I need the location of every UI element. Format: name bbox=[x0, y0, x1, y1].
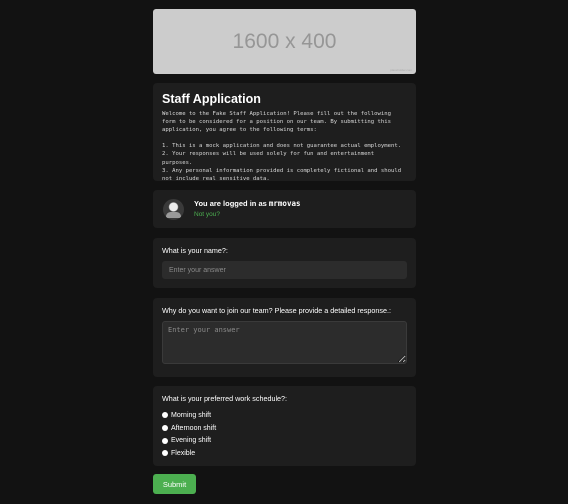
why-label: Why do you want to join our team? Please… bbox=[162, 306, 391, 315]
radio-button[interactable] bbox=[162, 450, 168, 457]
name-input[interactable] bbox=[162, 261, 407, 279]
banner-size-text: 1600 x 400 bbox=[232, 29, 337, 53]
name-label: What is your name?: bbox=[162, 246, 228, 255]
intro-text: Welcome to the Fake Staff Application! P… bbox=[162, 111, 402, 182]
logged-in-prefix: You are logged in as bbox=[194, 199, 269, 208]
schedule-option-morning[interactable]: Morning shift bbox=[162, 409, 407, 422]
intro-card: Staff Application Welcome to the Fake St… bbox=[153, 83, 416, 182]
schedule-label: What is your preferred work schedule?: bbox=[162, 394, 288, 403]
page-title: Staff Application bbox=[162, 92, 261, 106]
login-card: You are logged in as mrmovas Not you? bbox=[153, 190, 416, 228]
schedule-option-evening[interactable]: Evening shift bbox=[162, 434, 407, 447]
radio-button[interactable] bbox=[162, 437, 168, 444]
not-you-link[interactable]: Not you? bbox=[194, 209, 301, 220]
schedule-option-afternoon[interactable]: Afternoon shift bbox=[162, 422, 407, 435]
submit-button[interactable]: Submit bbox=[153, 474, 196, 494]
option-label: Evening shift bbox=[171, 437, 212, 445]
why-textarea[interactable] bbox=[162, 321, 407, 364]
option-label: Afternoon shift bbox=[171, 424, 217, 432]
option-label: Morning shift bbox=[171, 411, 212, 419]
login-info: You are logged in as mrmovas Not you? bbox=[194, 198, 301, 220]
avatar bbox=[163, 198, 184, 220]
radio-button[interactable] bbox=[162, 412, 168, 419]
username: mrmovas bbox=[268, 199, 301, 208]
banner-image: 1600 x 400 placeholder.com bbox=[153, 9, 416, 74]
question-why-card: Why do you want to join our team? Please… bbox=[153, 298, 416, 377]
schedule-option-flexible[interactable]: Flexible bbox=[162, 447, 407, 460]
radio-button[interactable] bbox=[162, 425, 168, 432]
question-schedule-card: What is your preferred work schedule?: M… bbox=[153, 386, 416, 466]
question-name-card: What is your name?: bbox=[153, 238, 416, 288]
banner-credit: placeholder.com bbox=[390, 68, 412, 72]
option-label: Flexible bbox=[171, 449, 196, 457]
logged-in-line: You are logged in as mrmovas bbox=[194, 198, 301, 209]
